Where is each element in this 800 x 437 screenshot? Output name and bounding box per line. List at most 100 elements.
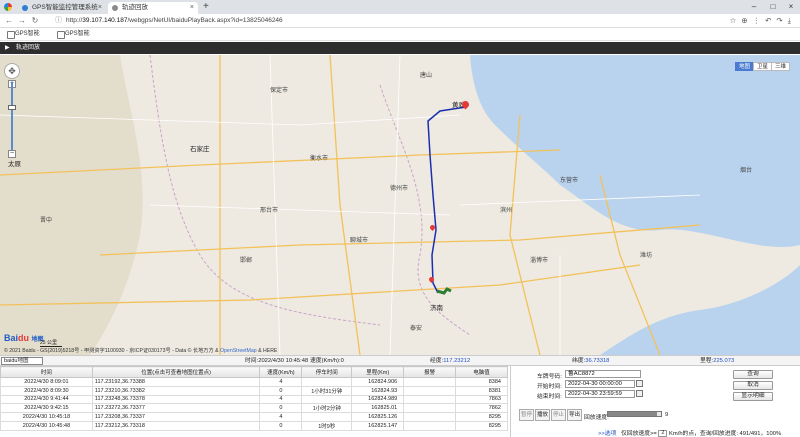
map-type-3d[interactable]: 三维 xyxy=(770,62,790,71)
table-cell: 7862 xyxy=(455,403,508,413)
zoom-out-icon[interactable]: − xyxy=(8,150,16,158)
table-cell: 0 xyxy=(259,420,303,431)
table-row[interactable]: 2022/4/30 10:45:48 117.23212,36.73318 0 1时9… xyxy=(0,420,508,431)
toolbar-icons[interactable]: ☆⊕⋮↶↷⤓ xyxy=(730,15,796,27)
table-cell[interactable]: 117.23272,36.73377 xyxy=(91,403,261,413)
table-cell xyxy=(301,377,353,387)
status-lng: 经度:117.23212 xyxy=(430,356,470,366)
table-cell xyxy=(301,394,353,404)
status-strip: baidu地图 时间:2022/4/30 10:45:48 速度(Km/h):0… xyxy=(0,355,800,366)
app-header: ▶ 轨迹回放 xyxy=(0,42,800,54)
city-label: 太原 xyxy=(8,161,21,168)
table-cell: 4 xyxy=(259,394,303,404)
start-time-input[interactable]: 2022-04-30 00:00:00 xyxy=(565,380,635,388)
table-cell[interactable]: 117.23192,36.73388 xyxy=(91,377,261,387)
column-header[interactable]: 停车时间 xyxy=(301,366,353,378)
new-tab-button[interactable]: + xyxy=(203,1,209,13)
table-cell: 2022/4/30 10:45:48 xyxy=(0,420,93,431)
column-header[interactable]: 里程(Km) xyxy=(351,366,405,378)
export-button[interactable]: 导出 xyxy=(567,409,582,421)
table-cell: 4 xyxy=(259,377,303,387)
city-label: 石家庄 xyxy=(190,146,210,153)
zoom-slider-handle[interactable] xyxy=(8,105,16,110)
address-bar: ← → ↻ ⓘ http://39.107.140.187/webgps/Net… xyxy=(0,14,800,28)
bookmarks-bar: GPS智能 GPS智能 xyxy=(0,28,800,41)
map-label: 晋中 xyxy=(40,218,53,224)
back-icon[interactable]: ← xyxy=(3,15,15,27)
table-cell xyxy=(403,403,457,413)
table-row[interactable]: 2022/4/30 9:42:15 117.23272,36.73377 0 1小时2… xyxy=(0,403,508,413)
map-label: 滨州 xyxy=(500,208,513,214)
tab-favicon-icon xyxy=(112,5,118,11)
column-header[interactable]: 速度(Km/h) xyxy=(259,366,303,378)
play-button[interactable]: 播放 xyxy=(535,409,550,421)
pause-button[interactable]: 暂停 xyxy=(519,409,534,421)
bookmark-item[interactable]: GPS智能 xyxy=(56,30,90,39)
table-cell: 2022/4/30 9:41:44 xyxy=(0,394,93,404)
reload-icon[interactable]: ↻ xyxy=(29,15,41,27)
table-row[interactable]: 2022/4/30 8:09:30 117.23210,36.73382 0 1小时3… xyxy=(0,385,508,396)
logo-text: Bai xyxy=(4,333,19,343)
zoom-slider-track[interactable] xyxy=(11,82,13,152)
table-cell: 162824.93 xyxy=(351,385,405,396)
column-header[interactable]: 报警 xyxy=(403,366,457,378)
map-label: 烟台 xyxy=(740,168,753,174)
calendar-icon[interactable] xyxy=(636,390,643,397)
close-icon[interactable]: × xyxy=(190,2,194,14)
table-cell: 8295 xyxy=(455,412,508,422)
table-cell: 2022/4/30 8:09:30 xyxy=(0,385,93,396)
table-cell[interactable]: 117.23248,36.73378 xyxy=(91,394,261,404)
map-type-satellite[interactable]: 卫星 xyxy=(752,62,772,71)
table-cell: 1时9秒 xyxy=(301,420,353,431)
speed-level-value: 9 xyxy=(665,412,669,418)
end-time-input[interactable]: 2022-04-30 23:59:59 xyxy=(565,390,635,398)
table-row[interactable]: 2022/4/30 8:09:01 117.23192,36.73388 4 1628… xyxy=(0,377,508,387)
table-cell[interactable]: 117.23210,36.73382 xyxy=(91,385,261,396)
tab-label: GPS智能监控管理系统 xyxy=(32,4,98,11)
route-end-segment xyxy=(436,287,452,295)
plate-label: 车牌号码: xyxy=(537,374,562,380)
table-cell: 162824.989 xyxy=(351,394,405,404)
status-lat: 纬度:36.73318 xyxy=(572,356,609,366)
window-close-icon[interactable]: × xyxy=(781,0,800,14)
tab-playback[interactable]: 轨迹回放 × xyxy=(108,2,198,14)
map-type-map[interactable]: 地图 xyxy=(734,62,754,71)
play-icon: ▶ xyxy=(5,45,10,51)
calendar-icon[interactable] xyxy=(636,380,643,387)
pan-control-icon[interactable]: ✥ xyxy=(4,63,20,79)
column-header[interactable]: 时间 xyxy=(0,366,93,378)
cancel-button[interactable]: 取消 xyxy=(733,381,773,390)
playback-speed-slider[interactable] xyxy=(607,411,662,417)
map-label: 潍坊 xyxy=(640,253,653,259)
info-icon[interactable]: ⓘ xyxy=(55,15,62,27)
column-header[interactable]: 电脑值 xyxy=(455,366,508,378)
table-cell: 2022/4/30 9:42:15 xyxy=(0,403,93,413)
maximize-icon[interactable]: □ xyxy=(763,0,783,14)
table-cell: 7863 xyxy=(455,394,508,404)
map-view[interactable]: 石家庄 太原 济南 黄骅 衡水市 德州市 聊城市 邢台市 邯郸 淄博市 东营市 … xyxy=(0,55,800,355)
table-cell[interactable]: 117.23208,36.73337 xyxy=(91,412,261,422)
time-label: 时间: xyxy=(245,358,259,364)
mileage-label: 里程: xyxy=(700,358,714,364)
osm-link[interactable]: OpenStreetMap xyxy=(220,348,257,354)
show-detail-button[interactable]: 显示明细 xyxy=(733,392,773,401)
query-button[interactable]: 查询 xyxy=(733,370,773,379)
logo-accent: du xyxy=(18,333,30,343)
stop-button[interactable]: 停止 xyxy=(551,409,566,421)
table-row[interactable]: 2022/4/30 10:45:18 117.23208,36.73337 4 162… xyxy=(0,412,508,422)
bookmark-item[interactable]: GPS智能 xyxy=(6,30,40,39)
table-cell: 162825.01 xyxy=(351,403,405,413)
tab-gps-system[interactable]: GPS智能监控管理系统 × xyxy=(18,2,106,14)
table-cell xyxy=(403,420,457,431)
options-link[interactable]: >>选项 xyxy=(598,431,616,437)
minimize-icon[interactable]: – xyxy=(744,0,764,14)
filter-speed-input[interactable]: 2 xyxy=(658,429,668,437)
close-icon[interactable]: × xyxy=(98,2,102,14)
forward-icon[interactable]: → xyxy=(16,15,28,27)
table-cell[interactable]: 117.23212,36.73318 xyxy=(91,420,261,431)
column-header[interactable]: 位置(点击可查看地图位置点) xyxy=(91,366,261,378)
plate-input[interactable]: 鲁AC8872 xyxy=(565,370,641,378)
table-row[interactable]: 2022/4/30 9:41:44 117.23248,36.73378 4 1628… xyxy=(0,394,508,404)
url-input[interactable]: ⓘ http://39.107.140.187/webgps/NetUI/bai… xyxy=(52,15,612,27)
map-provider-select[interactable]: baidu地图 xyxy=(1,357,43,365)
